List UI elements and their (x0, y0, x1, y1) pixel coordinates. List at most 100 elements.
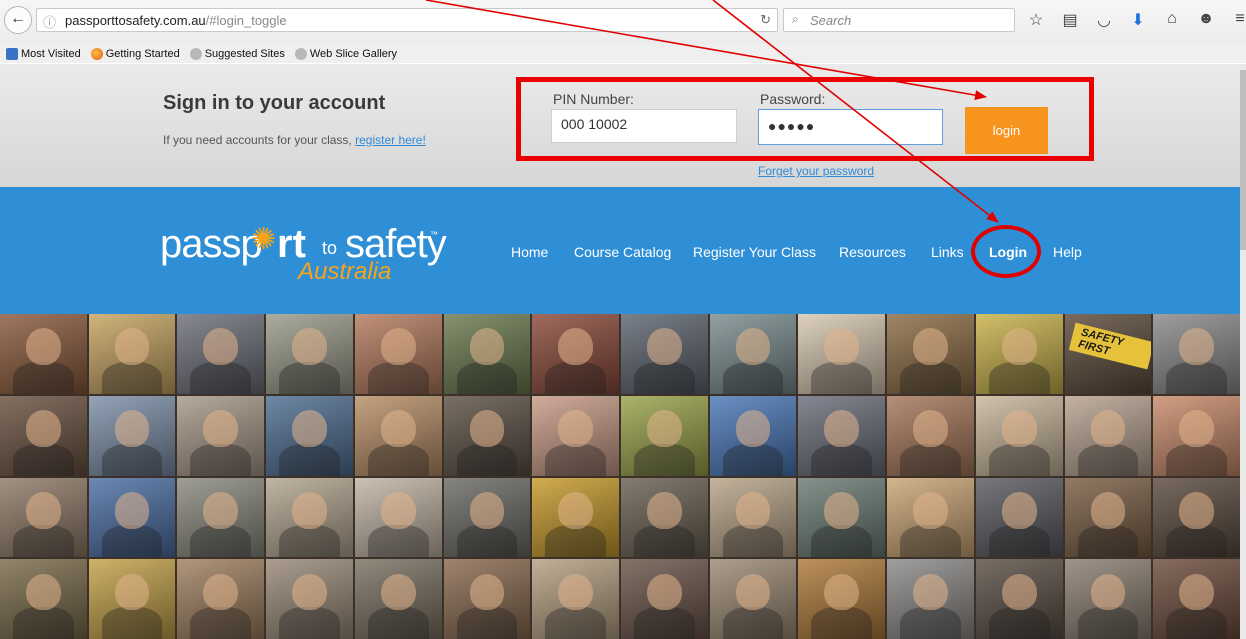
forgot-password-link[interactable]: Forget your password (758, 164, 874, 178)
bookmark-suggested-sites[interactable]: Suggested Sites (189, 47, 285, 60)
person-silhouette (380, 491, 416, 529)
person-silhouette (913, 573, 948, 611)
home-icon[interactable]: ⌂ (1162, 10, 1182, 30)
person-silhouette (634, 443, 695, 476)
collage-photo (0, 314, 87, 394)
person-silhouette (735, 410, 771, 447)
collage-photo (709, 559, 797, 639)
person-silhouette (101, 443, 163, 476)
collage-photo (1153, 395, 1240, 476)
scrollbar-thumb[interactable] (1240, 70, 1246, 250)
register-link[interactable]: register here! (355, 133, 426, 147)
url-bar[interactable]: ⓘ passporttosafety.com.au/#login_toggle … (36, 8, 778, 32)
person-silhouette (824, 573, 860, 611)
person-silhouette (1166, 607, 1227, 639)
search-bar[interactable]: ⌕ Search (783, 8, 1015, 32)
collage-photo (1064, 477, 1152, 558)
collage-photo (266, 477, 353, 558)
person-silhouette (1090, 491, 1126, 529)
person-silhouette (913, 410, 948, 447)
person-silhouette (913, 491, 948, 529)
bookmark-star-icon[interactable]: ☆ (1026, 10, 1046, 30)
person-silhouette (634, 525, 695, 558)
collage-photo (532, 477, 619, 558)
collage-photo (1153, 559, 1240, 639)
firefox-icon (90, 47, 103, 60)
person-silhouette (647, 573, 682, 611)
person-silhouette (1166, 443, 1227, 476)
person-silhouette (469, 491, 505, 529)
site-logo[interactable]: passp ✺ rt to safety ™ Australia (160, 222, 447, 292)
person-silhouette (988, 443, 1050, 476)
collage-photo (709, 477, 797, 558)
bookmark-web-slice-gallery[interactable]: Web Slice Gallery (294, 47, 397, 60)
signin-note: If you need accounts for your class, reg… (163, 133, 426, 147)
collage-photo (975, 314, 1063, 394)
person-silhouette (824, 410, 860, 447)
person-silhouette (469, 573, 505, 611)
person-silhouette (203, 328, 239, 366)
nav-course-catalog[interactable]: Course Catalog (574, 244, 671, 260)
pocket-icon[interactable]: ◡ (1094, 10, 1114, 30)
person-silhouette (456, 361, 518, 394)
person-silhouette (558, 573, 593, 611)
person-silhouette (292, 491, 327, 529)
person-silhouette (13, 443, 74, 476)
reading-list-icon[interactable]: ▤ (1060, 10, 1080, 30)
collage-photo (532, 559, 619, 639)
person-silhouette (26, 328, 61, 366)
person-silhouette (292, 328, 327, 366)
person-silhouette (900, 525, 961, 558)
person-silhouette (380, 573, 416, 611)
person-silhouette (545, 607, 606, 639)
bookmark-most-visited[interactable]: Most Visited (6, 47, 81, 60)
search-icon: ⌕ (792, 12, 799, 26)
person-silhouette (1077, 443, 1139, 476)
nav-help[interactable]: Help (1053, 244, 1082, 260)
collage-photo (0, 395, 87, 476)
collage-photo (1153, 314, 1240, 394)
bookmark-getting-started[interactable]: Getting Started (90, 47, 180, 60)
collage-photo (798, 395, 886, 476)
person-silhouette (913, 328, 948, 366)
browser-toolbar: ← ⓘ passporttosafety.com.au/#login_toggl… (0, 0, 1246, 45)
reload-icon[interactable]: ↻ (760, 12, 771, 28)
menu-icon[interactable]: ≡ (1230, 10, 1246, 30)
person-silhouette (279, 361, 340, 394)
hello-icon[interactable]: ☻ (1196, 10, 1216, 30)
person-silhouette (722, 525, 784, 558)
person-silhouette (292, 573, 327, 611)
person-silhouette (203, 573, 239, 611)
person-silhouette (469, 410, 505, 447)
collage-photo (709, 395, 797, 476)
site-info-icon[interactable]: ⓘ (43, 12, 56, 31)
globe-icon (189, 47, 202, 60)
person-silhouette (1179, 491, 1214, 529)
person-silhouette (114, 573, 150, 611)
back-button[interactable]: ← (4, 6, 32, 34)
collage-photo (443, 559, 531, 639)
nav-links[interactable]: Links (931, 244, 964, 260)
person-silhouette (367, 443, 429, 476)
most-visited-icon (6, 47, 18, 60)
person-silhouette (367, 525, 429, 558)
person-silhouette (26, 410, 61, 447)
downloads-icon[interactable]: ⬇ (1128, 10, 1148, 30)
collage-photo (887, 314, 974, 394)
nav-home[interactable]: Home (511, 244, 548, 260)
collage-photo (266, 559, 353, 639)
collage-photo (1064, 559, 1152, 639)
nav-register-your-class[interactable]: Register Your Class (693, 244, 816, 260)
search-placeholder: Search (810, 13, 852, 28)
collage-photo (887, 395, 974, 476)
nav-resources[interactable]: Resources (839, 244, 906, 260)
collage-photo (0, 559, 87, 639)
person-silhouette (988, 361, 1050, 394)
person-silhouette (1179, 410, 1214, 447)
person-silhouette (722, 443, 784, 476)
collage-photo (798, 559, 886, 639)
collage-photo (177, 395, 265, 476)
person-silhouette (824, 491, 860, 529)
person-silhouette (101, 607, 163, 639)
person-silhouette (634, 361, 695, 394)
